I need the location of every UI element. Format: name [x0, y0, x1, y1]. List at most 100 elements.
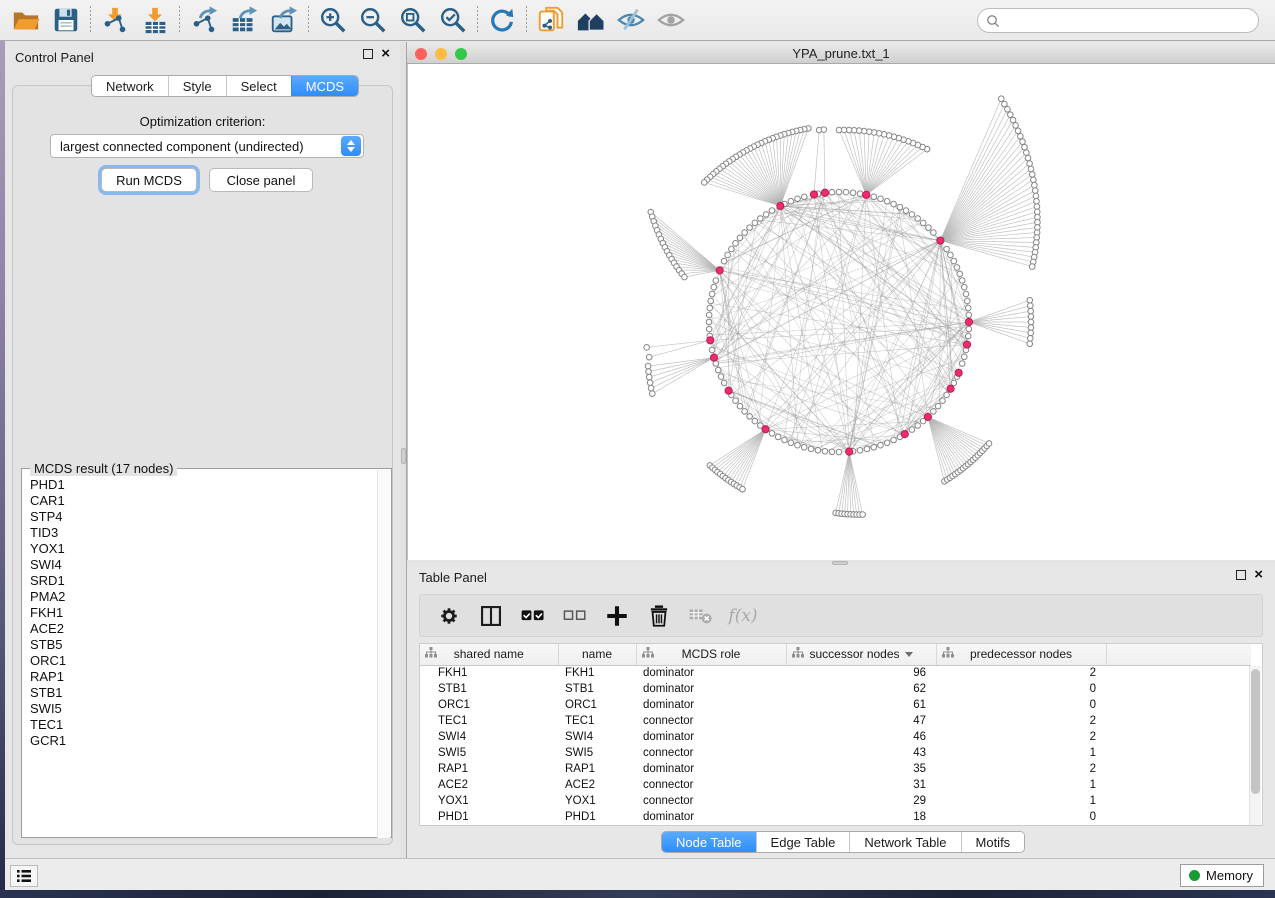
network-node[interactable] — [645, 363, 651, 369]
network-node[interactable] — [707, 305, 713, 311]
network-node[interactable] — [742, 409, 748, 415]
zoom-in-icon[interactable] — [313, 3, 353, 37]
import-network-icon[interactable] — [95, 3, 135, 37]
network-node[interactable] — [864, 446, 870, 452]
mcds-node[interactable] — [707, 337, 714, 344]
network-node[interactable] — [903, 208, 909, 214]
network-node[interactable] — [1028, 166, 1034, 172]
network-node[interactable] — [763, 212, 769, 218]
network-node[interactable] — [782, 437, 788, 443]
zoom-out-icon[interactable] — [353, 3, 393, 37]
search-box[interactable] — [977, 8, 1259, 33]
network-node[interactable] — [740, 486, 746, 492]
network-node[interactable] — [940, 398, 946, 404]
network-node[interactable] — [808, 446, 814, 452]
tab-mcds[interactable]: MCDS — [291, 76, 358, 96]
network-node[interactable] — [733, 241, 739, 247]
network-node[interactable] — [1032, 182, 1038, 188]
network-node[interactable] — [709, 291, 715, 297]
mcds-result-item[interactable]: STP4 — [24, 509, 376, 525]
network-node[interactable] — [1027, 161, 1033, 167]
network-node[interactable] — [1002, 101, 1008, 107]
network-node[interactable] — [769, 208, 775, 214]
network-node[interactable] — [1024, 150, 1030, 156]
network-node[interactable] — [1010, 117, 1016, 123]
network-node[interactable] — [998, 96, 1004, 102]
network-titlebar[interactable]: YPA_prune.txt_1 — [407, 44, 1275, 64]
table-row[interactable]: PHD1PHD1dominator180 — [420, 809, 1251, 825]
run-mcds-button[interactable]: Run MCDS — [101, 168, 197, 192]
column-header-successor-nodes[interactable]: successor nodes — [786, 644, 936, 665]
mcds-result-item[interactable]: ORC1 — [24, 653, 376, 669]
network-node[interactable] — [829, 449, 835, 455]
home-icon[interactable] — [571, 3, 611, 37]
column-header-name[interactable]: name — [558, 644, 636, 665]
network-node[interactable] — [1027, 297, 1033, 303]
hide-eye-icon[interactable] — [611, 3, 651, 37]
tab-select[interactable]: Select — [226, 76, 291, 96]
vertical-splitter[interactable] — [400, 42, 407, 858]
network-node[interactable] — [931, 409, 937, 415]
network-node[interactable] — [644, 345, 650, 351]
network-node[interactable] — [1028, 336, 1034, 342]
network-node[interactable] — [963, 291, 969, 297]
column-header-MCDS-role[interactable]: MCDS role — [636, 644, 786, 665]
network-node[interactable] — [769, 431, 775, 437]
mcds-node[interactable] — [777, 202, 784, 209]
network-node[interactable] — [1013, 123, 1019, 129]
mcds-result-item[interactable]: PHD1 — [24, 477, 376, 493]
network-node[interactable] — [951, 258, 957, 264]
hide-columns-icon[interactable] — [562, 603, 588, 629]
mcds-result-item[interactable]: SWI5 — [24, 701, 376, 717]
network-node[interactable] — [1028, 303, 1034, 309]
column-header-predecessor-nodes[interactable]: predecessor nodes — [936, 644, 1106, 665]
network-node[interactable] — [701, 180, 707, 186]
table-row[interactable]: RAP1RAP1dominator352 — [420, 761, 1251, 777]
network-node[interactable] — [878, 196, 884, 202]
network-node[interactable] — [822, 448, 828, 454]
network-node[interactable] — [935, 403, 941, 409]
network-node[interactable] — [920, 220, 926, 226]
network-node[interactable] — [857, 447, 863, 453]
network-node[interactable] — [909, 427, 915, 433]
network-node[interactable] — [649, 391, 655, 397]
network-node[interactable] — [752, 418, 758, 424]
mcds-result-list[interactable]: PHD1CAR1STP4TID3YOX1SWI4SRD1PMA2FKH1ACE2… — [24, 477, 376, 833]
table-row[interactable]: FKH1FKH1dominator962 — [420, 665, 1251, 681]
network-node[interactable] — [1029, 264, 1035, 270]
network-node[interactable] — [801, 194, 807, 200]
network-node[interactable] — [1025, 155, 1031, 161]
close-panel-icon[interactable]: × — [1254, 570, 1263, 580]
network-node[interactable] — [742, 230, 748, 236]
mcds-result-item[interactable]: CAR1 — [24, 493, 376, 509]
mcds-node[interactable] — [863, 191, 870, 198]
mcds-node[interactable] — [963, 341, 970, 348]
network-node[interactable] — [737, 235, 743, 241]
network-node[interactable] — [915, 216, 921, 222]
network-canvas[interactable] — [407, 64, 1275, 560]
network-node[interactable] — [795, 196, 801, 202]
mcds-node[interactable] — [947, 385, 954, 392]
network-node[interactable] — [897, 204, 903, 210]
export-network-icon[interactable] — [184, 3, 224, 37]
network-node[interactable] — [715, 367, 721, 373]
table-row[interactable]: TEC1TEC1connector472 — [420, 713, 1251, 729]
network-node[interactable] — [733, 398, 739, 404]
mcds-result-item[interactable]: STB1 — [24, 685, 376, 701]
network-node[interactable] — [1034, 198, 1040, 204]
network-node[interactable] — [836, 127, 842, 133]
network-node[interactable] — [682, 274, 688, 280]
network-node[interactable] — [706, 312, 712, 318]
memory-button[interactable]: Memory — [1180, 864, 1264, 887]
mcds-node[interactable] — [810, 191, 817, 198]
network-node[interactable] — [721, 380, 727, 386]
network-node[interactable] — [775, 434, 781, 440]
mcds-list-scrollbar[interactable] — [377, 470, 390, 838]
mcds-result-item[interactable]: SWI4 — [24, 557, 376, 573]
mcds-result-item[interactable]: RAP1 — [24, 669, 376, 685]
network-node[interactable] — [1029, 172, 1035, 178]
network-node[interactable] — [857, 191, 863, 197]
network-node[interactable] — [1031, 177, 1037, 183]
mcds-node[interactable] — [955, 369, 962, 376]
network-node[interactable] — [966, 326, 972, 332]
